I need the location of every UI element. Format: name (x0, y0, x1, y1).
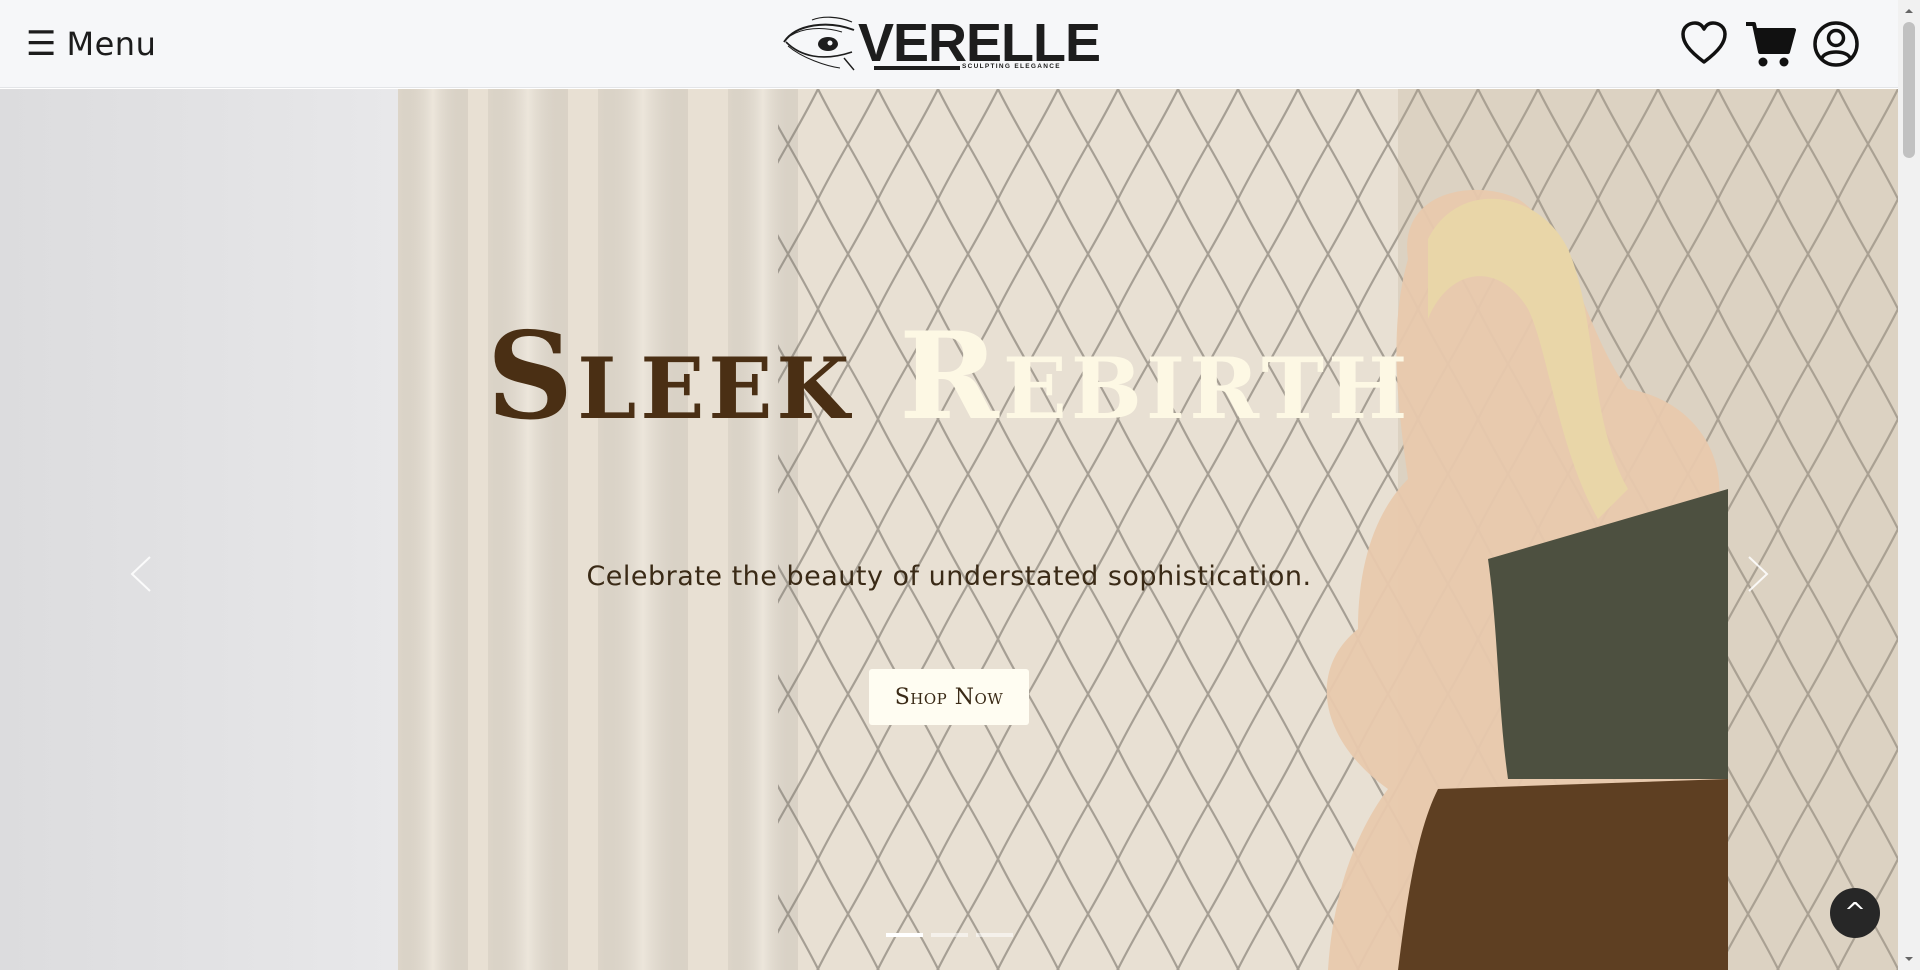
site-header: ☰ Menu VERELLE SCULPTING ELEGANCE (0, 0, 1898, 88)
wishlist-button[interactable] (1678, 18, 1730, 70)
heart-icon (1681, 21, 1727, 64)
hamburger-icon: ☰ (26, 24, 57, 64)
brand-logo[interactable]: VERELLE SCULPTING ELEGANCE (782, 16, 1101, 74)
hero-title: Sleek Rebirth (0, 317, 1898, 437)
account-button[interactable] (1810, 18, 1862, 70)
page-scrollbar[interactable] (1898, 0, 1920, 970)
hero-background-wall (0, 89, 398, 970)
brand-tagline: SCULPTING ELEGANCE (962, 63, 1061, 70)
chevron-left-icon (130, 556, 151, 592)
cart-button[interactable] (1744, 18, 1796, 70)
slide-indicator-1[interactable] (886, 933, 923, 937)
slide-indicator-2[interactable] (931, 933, 968, 937)
header-actions (1678, 18, 1898, 70)
eye-logo-icon (783, 16, 855, 71)
back-to-top-button[interactable]: ^ (1830, 888, 1880, 938)
hero-title-word-1: Sleek (486, 306, 854, 447)
hero-background-image (398, 89, 1898, 970)
scrollbar-thumb[interactable] (1903, 22, 1915, 158)
shop-now-button[interactable]: Shop Now (869, 669, 1029, 725)
scroll-up-icon[interactable] (1904, 6, 1914, 16)
logo-underline (874, 66, 960, 70)
slider-indicators (886, 933, 1013, 945)
slider-prev-button[interactable] (122, 551, 162, 597)
scroll-down-icon[interactable] (1904, 954, 1914, 964)
menu-label: Menu (66, 25, 157, 63)
cart-icon (1746, 22, 1796, 67)
hero-title-word-2: Rebirth (899, 306, 1412, 447)
chevron-right-icon (1748, 556, 1769, 592)
hero-slider: Sleek Rebirth Celebrate the beauty of un… (0, 89, 1898, 970)
brand-name: VERELLE (858, 13, 1101, 73)
account-icon (1813, 21, 1859, 67)
hero-subtitle: Celebrate the beauty of understated soph… (586, 561, 1312, 592)
slide-indicator-3[interactable] (976, 933, 1013, 937)
menu-button[interactable]: ☰ Menu (26, 22, 156, 66)
slider-next-button[interactable] (1737, 551, 1777, 597)
